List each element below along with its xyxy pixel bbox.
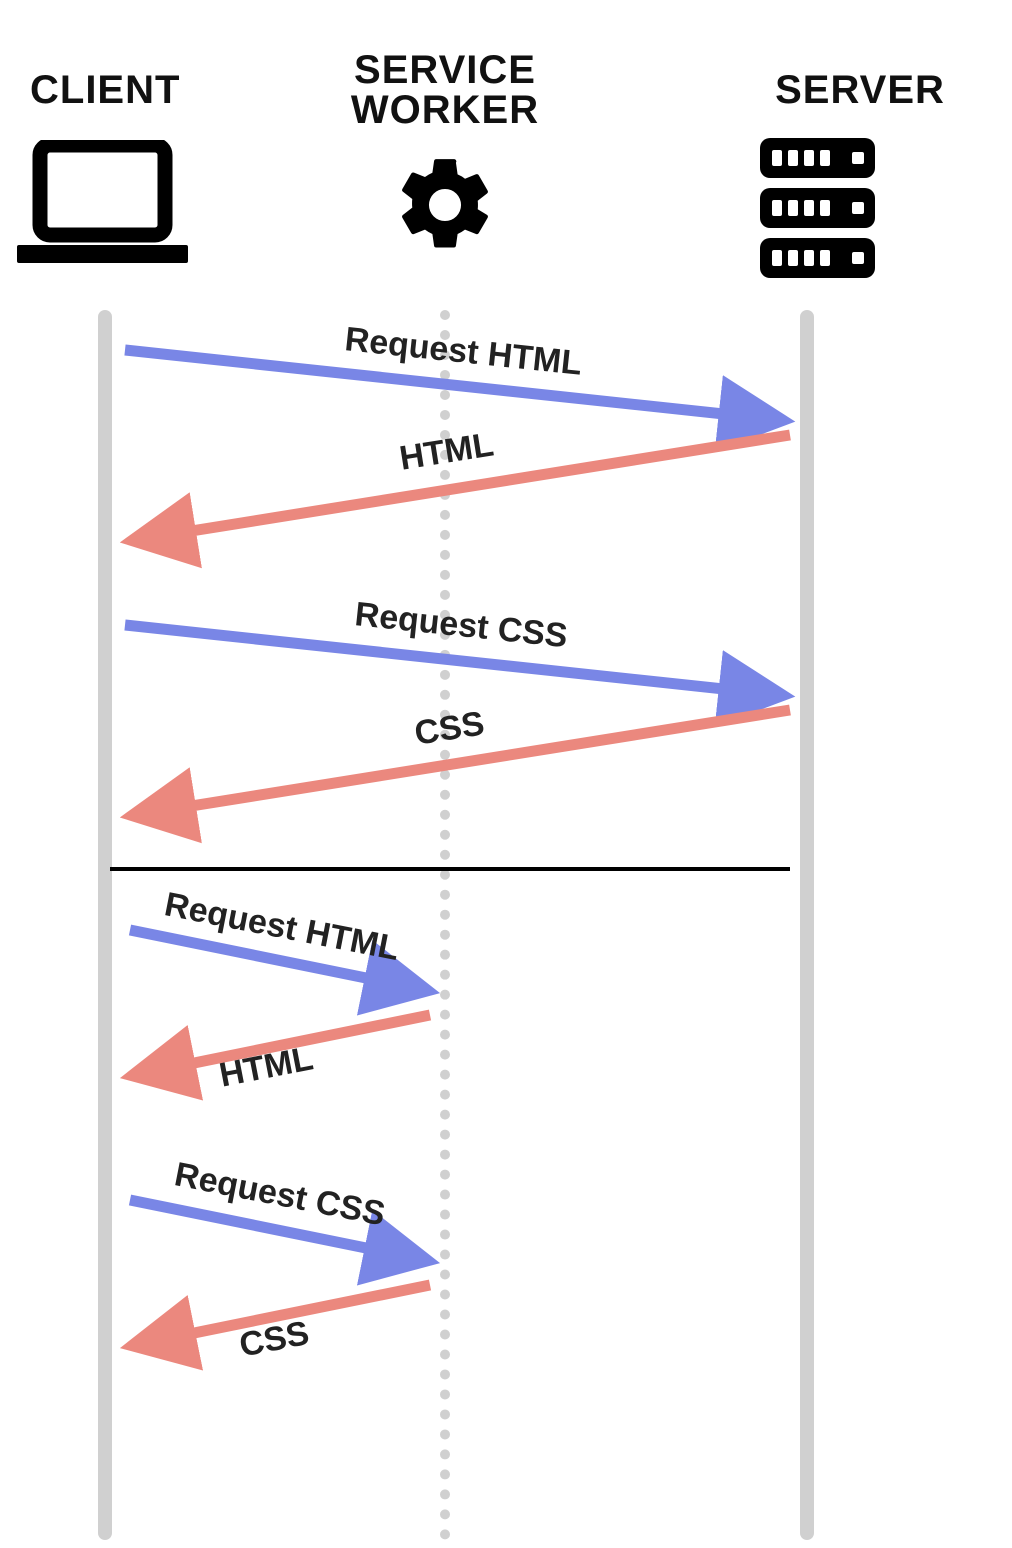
label-request-css-1: Request CSS (353, 595, 569, 656)
label-request-css-2: Request CSS (171, 1155, 388, 1234)
header-client: CLIENT (30, 70, 180, 110)
header-server: SERVER (730, 70, 990, 110)
label-request-html-2: Request HTML (161, 885, 402, 969)
header-sw-line2: WORKER (351, 88, 539, 132)
label-css-2: CSS (236, 1314, 312, 1366)
server-icon (760, 138, 875, 288)
lifeline-client (98, 310, 112, 1540)
label-css-1: CSS (412, 704, 487, 753)
gear-icon (390, 150, 500, 265)
header-service-worker: SERVICE WORKER (330, 50, 560, 130)
laptop-icon (15, 140, 190, 275)
icons-row (0, 150, 1012, 300)
header-sw-line1: SERVICE (354, 48, 536, 92)
diagram-root: CLIENT SERVICE WORKER SERVER (0, 0, 1012, 1548)
label-html-1: HTML (397, 425, 496, 478)
label-html-2: HTML (216, 1039, 316, 1095)
label-request-html-1: Request HTML (343, 320, 584, 384)
lifeline-server (800, 310, 814, 1540)
header-row: CLIENT SERVICE WORKER SERVER (0, 35, 1012, 125)
section-divider (110, 867, 790, 871)
lifeline-sw (440, 310, 450, 1540)
